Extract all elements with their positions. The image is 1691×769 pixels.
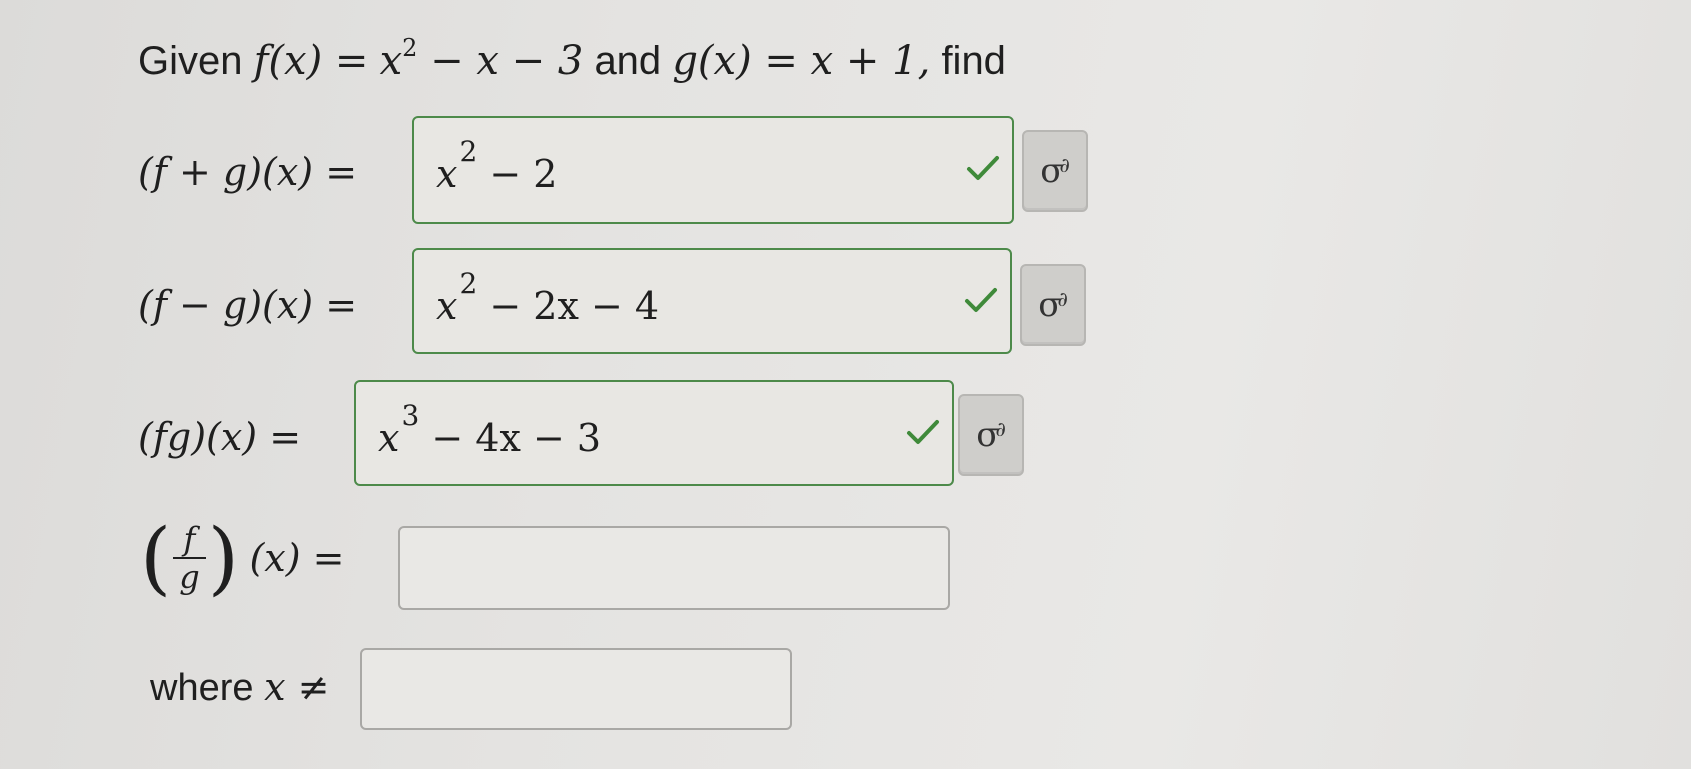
sum-keypad-button[interactable]: σ∂ [1022, 130, 1088, 212]
quotient-numerator: f [183, 520, 196, 558]
product-answer-field[interactable]: x3 − 4x − 3 [354, 380, 954, 486]
sum-label: (f + g)(x) = [138, 150, 358, 194]
restriction-answer-field[interactable] [360, 648, 792, 730]
difference-answer-base: x [436, 284, 458, 328]
correct-check-icon [965, 288, 997, 312]
not-equal-expression: x ≠ [264, 665, 330, 709]
difference-answer-value: x2 − 2x − 4 [436, 270, 660, 329]
product-label: (fg)(x) = [138, 415, 302, 459]
difference-answer-exponent: 2 [459, 267, 478, 300]
sum-answer-field[interactable]: x2 − 2 [412, 116, 1014, 224]
quotient-label: (f g) (x) = [140, 518, 344, 598]
correct-check-icon [967, 156, 999, 180]
product-answer-rest: − 4x − 3 [419, 416, 602, 460]
difference-label: (f − g)(x) = [138, 283, 358, 327]
sum-answer-value: x2 − 2 [436, 138, 558, 197]
f-definition-lhs: f(x) = [253, 38, 369, 84]
restriction-label: where x ≠ [150, 665, 329, 710]
find-word: find [941, 39, 1006, 83]
f-definition-rest: − x − 3 [417, 38, 584, 84]
product-keypad-button[interactable]: σ∂ [958, 394, 1024, 476]
sum-answer-exponent: 2 [459, 135, 478, 168]
quotient-close-paren: ) [207, 511, 239, 604]
given-word: Given [138, 39, 243, 83]
product-answer-value: x3 − 4x − 3 [378, 402, 602, 461]
quotient-tail: (x) = [249, 536, 345, 580]
quotient-denominator: g [173, 557, 206, 595]
f-definition-base: x [379, 38, 403, 84]
and-word: and [594, 39, 662, 83]
f-definition-exponent: 2 [402, 34, 418, 62]
product-answer-exponent: 3 [401, 399, 420, 432]
g-definition: g(x) = x + 1, [672, 38, 931, 84]
quotient-answer-field[interactable] [398, 526, 950, 610]
where-word: where [150, 667, 254, 709]
quotient-open-paren: ( [140, 511, 172, 604]
quotient-fraction: fg [173, 520, 206, 595]
difference-answer-field[interactable]: x2 − 2x − 4 [412, 248, 1012, 354]
product-answer-base: x [378, 416, 400, 460]
problem-statement: Given f(x) = x2 − x − 3 and g(x) = x + 1… [138, 36, 1006, 84]
sum-answer-rest: − 2 [477, 152, 558, 196]
correct-check-icon [907, 420, 939, 444]
difference-keypad-button[interactable]: σ∂ [1020, 264, 1086, 346]
difference-answer-rest: − 2x − 4 [477, 284, 660, 328]
sum-answer-base: x [436, 152, 458, 196]
